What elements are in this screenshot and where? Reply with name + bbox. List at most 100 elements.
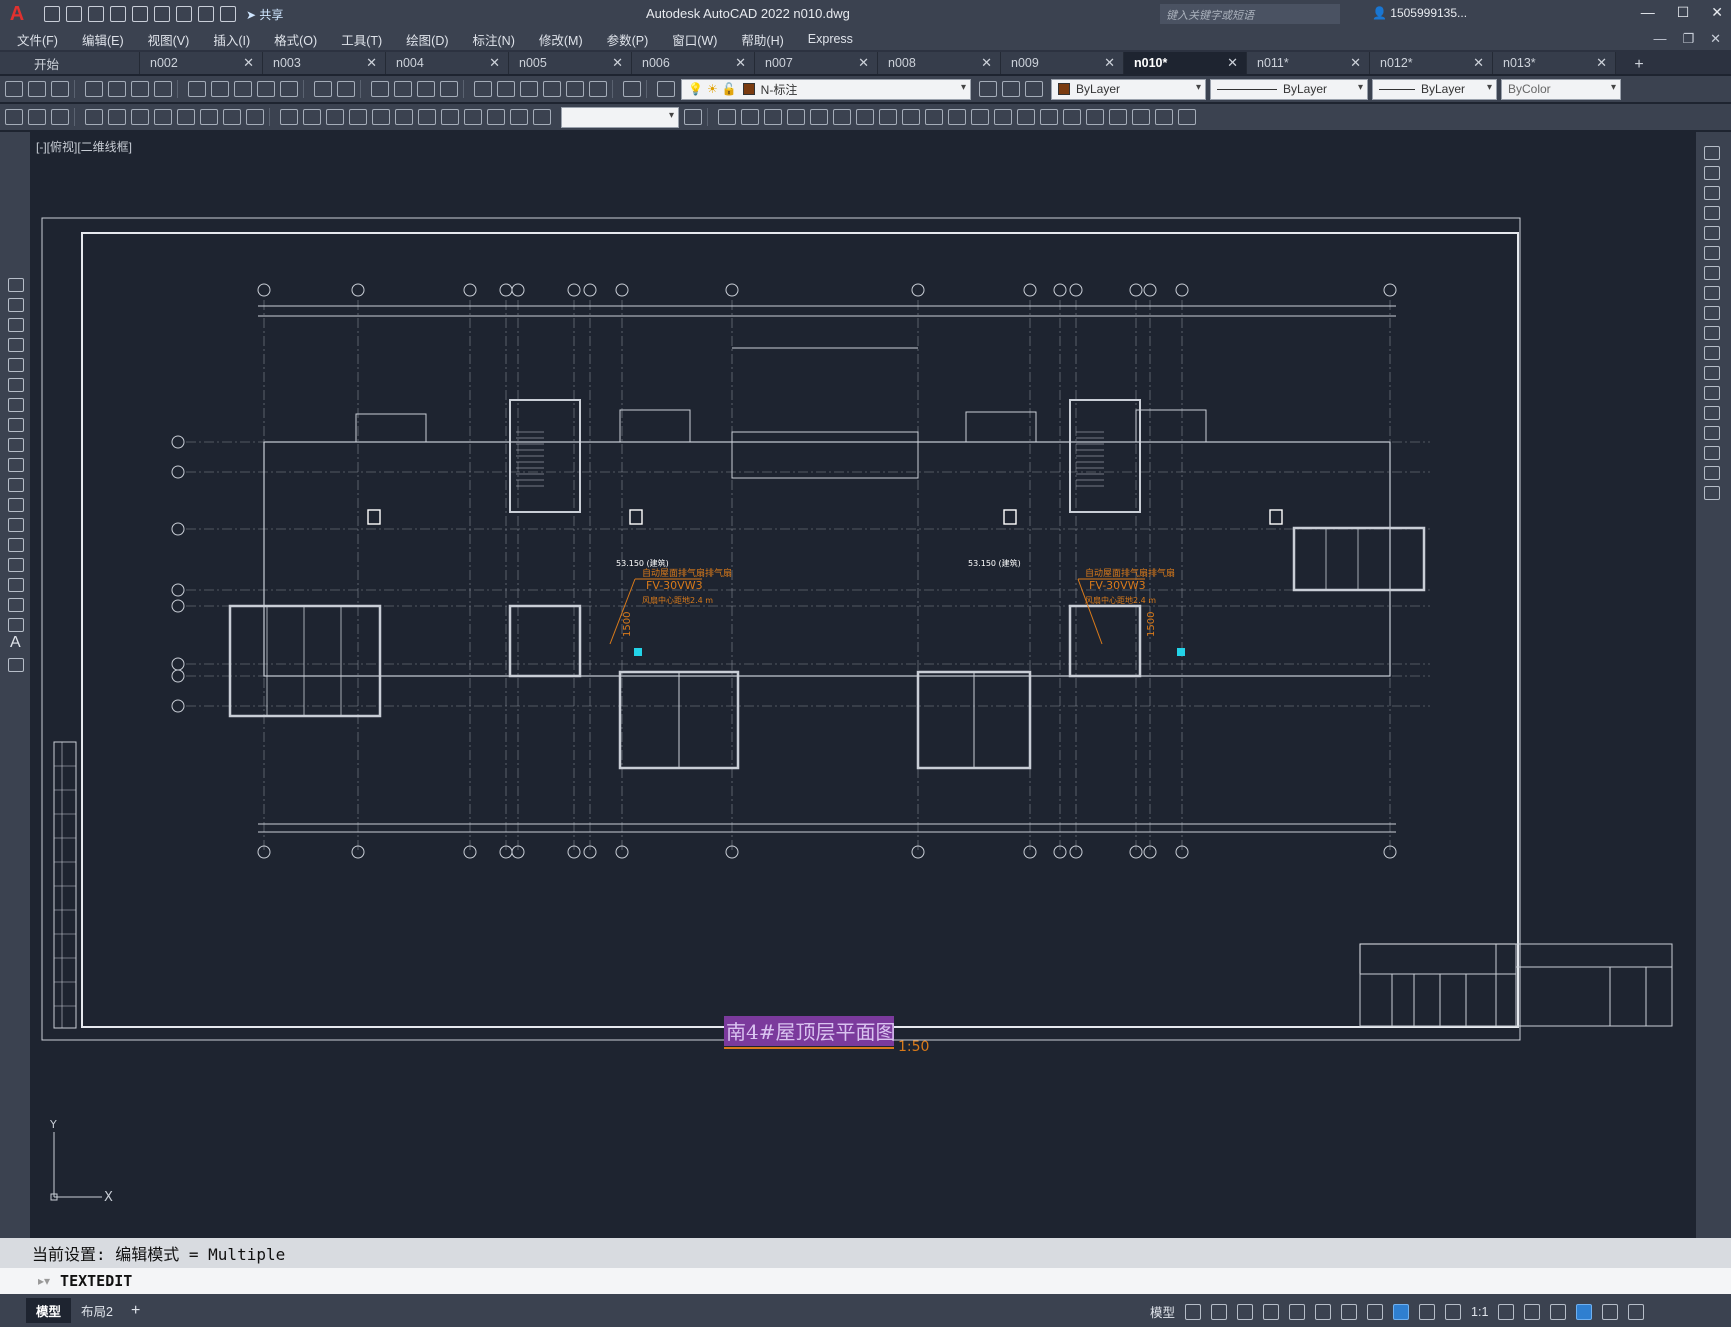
tolerance-icon[interactable] [395,109,413,125]
dim-update-icon[interactable] [533,109,551,125]
layer-previous-icon[interactable] [1002,81,1020,97]
menu-insert[interactable]: 插入(I) [213,30,250,49]
make-current-layer-icon[interactable] [979,81,997,97]
menu-window[interactable]: 窗口(W) [672,30,717,49]
text-front-icon[interactable] [1155,109,1173,125]
tab-close-icon[interactable]: ✕ [1227,55,1238,71]
command-line[interactable]: ▸▾ TEXTEDIT [0,1268,1731,1294]
mirror-icon[interactable] [1704,186,1720,200]
redo-icon[interactable] [337,81,355,97]
plot-icon[interactable] [85,81,103,97]
continue-dim-icon[interactable] [326,109,344,125]
dim-space-icon[interactable] [349,109,367,125]
menu-file[interactable]: 文件(F) [17,30,58,49]
help-icon[interactable] [623,81,641,97]
array-icon[interactable] [1704,226,1720,240]
menu-format[interactable]: 格式(O) [274,30,317,49]
undo-icon[interactable] [198,6,214,22]
drawing-canvas[interactable]: [-][俯视][二维线框] 自动屋面排气扇排气扇 FV-30VW3 风扇中心距地… [30,132,1696,1238]
dim-edit-icon[interactable] [487,109,505,125]
fillet-icon[interactable] [1040,109,1058,125]
diameter-dim-icon[interactable] [223,109,241,125]
tab-close-icon[interactable]: ✕ [366,55,377,71]
sheet-set-icon[interactable] [543,81,561,97]
tab-close-icon[interactable]: ✕ [1350,55,1361,71]
mirror-icon[interactable] [764,109,782,125]
insert-block-icon[interactable] [8,498,24,512]
tab-close-icon[interactable]: ✕ [1473,55,1484,71]
tab-n009[interactable]: n009 ✕ [1001,52,1124,74]
tab-close-icon[interactable]: ✕ [1596,55,1607,71]
chamfer-icon[interactable] [1704,426,1720,440]
move-icon[interactable] [1704,246,1720,260]
stretch-icon[interactable] [902,109,920,125]
floor-plan-drawing[interactable]: 自动屋面排气扇排气扇 FV-30VW3 风扇中心距地2.4 m 1500 自动屋… [30,132,1696,1238]
isolate-objects-icon[interactable] [1550,1303,1567,1320]
grid-icon[interactable] [1185,1303,1202,1320]
polygon-icon[interactable] [8,338,24,352]
save-icon[interactable] [51,81,69,97]
zoom-previous-icon[interactable] [440,81,458,97]
save-web-icon[interactable] [154,6,170,22]
rectangle-icon[interactable] [8,358,24,372]
tab-model-layout[interactable]: 模型 [26,1298,72,1323]
qnew-icon[interactable] [5,81,23,97]
offset-icon[interactable] [1704,206,1720,220]
undo-icon[interactable] [314,81,332,97]
rotate-icon[interactable] [1704,266,1720,280]
new-tab-icon[interactable]: + [1624,56,1654,74]
command-input[interactable]: TEXTEDIT [60,1272,132,1290]
angular-dim-icon[interactable] [246,109,264,125]
paste-icon[interactable] [234,81,252,97]
match-properties-icon[interactable] [257,81,275,97]
open-web-icon[interactable] [132,6,148,22]
chamfer-icon[interactable] [1017,109,1035,125]
quick-dim-icon[interactable] [280,109,298,125]
save-as-icon[interactable] [110,6,126,22]
tab-close-icon[interactable]: ✕ [981,55,992,71]
line-icon[interactable] [8,278,24,292]
object-snap-icon[interactable] [1341,1303,1358,1320]
arc-icon[interactable] [8,378,24,392]
tab-close-icon[interactable]: ✕ [735,55,746,71]
scale-icon[interactable] [1704,286,1720,300]
minimize-icon[interactable]: — [1641,4,1655,21]
tab-start[interactable]: 开始 [0,52,140,74]
menu-view[interactable]: 视图(V) [148,30,190,49]
center-mark-icon[interactable] [418,109,436,125]
move-icon[interactable] [833,109,851,125]
new-icon[interactable] [44,6,60,22]
tool-palettes-icon[interactable] [520,81,538,97]
workspace-switch-icon[interactable] [1498,1303,1515,1320]
inspect-icon[interactable] [441,109,459,125]
doc-restore-icon[interactable]: ❐ [1682,31,1694,47]
properties-icon[interactable] [474,81,492,97]
menu-dimension[interactable]: 标注(N) [473,30,515,49]
menu-parametric[interactable]: 参数(P) [607,30,649,49]
lineweight-combo[interactable]: ByLayer ▾ [1372,78,1497,100]
jogged-dim-icon[interactable] [200,109,218,125]
block-editor-icon[interactable] [280,81,298,97]
save-icon[interactable] [88,6,104,22]
model-space-label[interactable]: 模型 [1150,1302,1175,1321]
app-logo-icon[interactable]: A [4,1,30,27]
zoom-realtime-icon[interactable] [394,81,412,97]
tab-n013[interactable]: n013* ✕ [1493,52,1616,74]
share-button[interactable]: ➤ 共享 [246,6,283,23]
spline-icon[interactable] [8,438,24,452]
hatch-icon[interactable] [8,558,24,572]
extend-icon[interactable] [948,109,966,125]
construction-line-icon[interactable] [8,298,24,312]
multiline-text-icon[interactable]: A [10,634,28,652]
close-icon[interactable]: ✕ [1711,4,1723,21]
object-snap-tracking-icon[interactable] [1315,1303,1332,1320]
make-block-icon[interactable] [8,518,24,532]
workspace-icon[interactable] [5,109,23,125]
color-combo[interactable]: ByLayer ▾ [1051,78,1206,100]
open-icon[interactable] [28,81,46,97]
menu-tools[interactable]: 工具(T) [341,30,382,49]
tab-n002[interactable]: n002 ✕ [140,52,263,74]
tab-layout2[interactable]: 布局2 [71,1298,123,1323]
polar-icon[interactable] [1263,1303,1280,1320]
dim-text-edit-icon[interactable] [510,109,528,125]
